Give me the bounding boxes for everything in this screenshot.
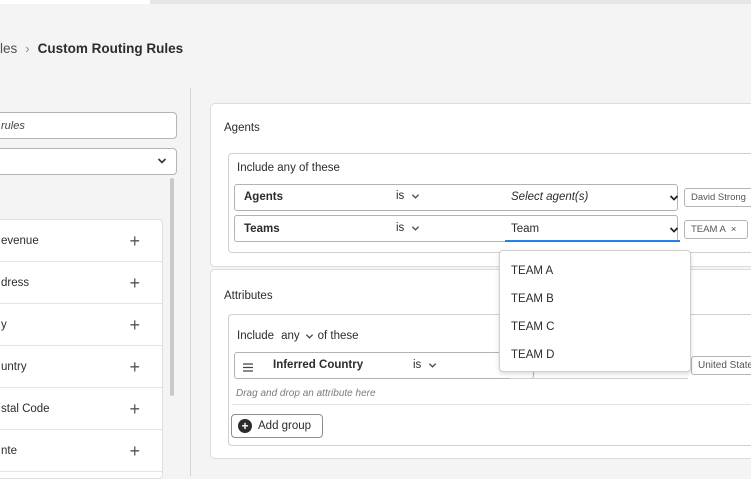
operator-label: is xyxy=(396,190,405,202)
chevron-down-icon[interactable] xyxy=(669,193,679,203)
include-suffix: of these xyxy=(317,330,359,342)
country-value-underline xyxy=(510,378,688,379)
chevron-down-icon xyxy=(412,225,420,231)
agent-select-placeholder[interactable]: Select agent(s) xyxy=(511,191,588,203)
breadcrumb-separator-icon: › xyxy=(25,40,30,56)
drop-zone-hint: Drag and drop an attribute here xyxy=(236,388,376,399)
team-select-focus-underline xyxy=(505,240,680,242)
attribute-label: nte xyxy=(1,444,17,457)
operator-select-teams[interactable]: is xyxy=(396,222,420,234)
chevron-down-icon xyxy=(305,333,313,339)
close-icon[interactable]: × xyxy=(731,224,737,235)
plus-icon[interactable]: + xyxy=(129,400,140,418)
attribute-label: untry xyxy=(1,360,27,373)
agent-token-label: David Strong xyxy=(691,192,746,203)
drop-zone-divider xyxy=(232,404,751,405)
operator-select-country[interactable]: is xyxy=(413,359,437,371)
drag-handle-icon[interactable] xyxy=(243,361,253,375)
agents-section-title: Agents xyxy=(224,122,260,134)
attribute-list-scrollbar[interactable] xyxy=(170,178,174,396)
list-item[interactable]: evenue + xyxy=(0,220,162,262)
add-group-button[interactable]: + Add group xyxy=(231,414,323,438)
attribute-label: y xyxy=(1,318,7,331)
dropdown-option-team-c[interactable]: TEAM C xyxy=(500,313,690,341)
breadcrumb: les › Custom Routing Rules xyxy=(0,38,183,58)
include-prefix: Include xyxy=(237,330,275,342)
include-mode-value: any xyxy=(281,330,300,342)
team-dropdown-menu: TEAM A TEAM B TEAM C TEAM D xyxy=(499,250,691,372)
attribute-category-picker[interactable] xyxy=(0,148,177,175)
country-token[interactable]: United State xyxy=(691,356,751,375)
add-group-label: Add group xyxy=(258,420,312,432)
list-item[interactable]: stal Code + xyxy=(0,388,162,430)
condition-field-agents: Agents xyxy=(244,191,283,203)
add-circle-icon: + xyxy=(238,419,252,433)
chevron-down-icon xyxy=(412,193,420,199)
attribute-label: stal Code xyxy=(1,402,50,415)
teams-condition-row xyxy=(234,215,678,242)
list-item[interactable]: untry + xyxy=(0,346,162,388)
attribute-label: dress xyxy=(1,276,30,289)
team-select-value[interactable]: Team xyxy=(511,223,539,235)
operator-select-agents[interactable]: is xyxy=(396,190,420,202)
dropdown-option-team-d[interactable]: TEAM D xyxy=(500,341,690,369)
chevron-down-icon xyxy=(157,158,167,164)
dropdown-option-team-b[interactable]: TEAM B xyxy=(500,285,690,313)
plus-icon[interactable]: + xyxy=(129,316,140,334)
attribute-label: evenue xyxy=(1,234,39,247)
attribute-list: evenue + dress + y + untry + stal Code +… xyxy=(0,219,163,479)
dropdown-option-team-a[interactable]: TEAM A xyxy=(500,257,690,285)
condition-field-inferred-country: Inferred Country xyxy=(273,359,364,371)
plus-icon[interactable]: + xyxy=(129,358,140,376)
country-token-label: United State xyxy=(698,360,751,371)
attributes-section-title: Attributes xyxy=(224,290,273,302)
panel-divider xyxy=(190,88,191,476)
chevron-down-icon xyxy=(429,362,437,368)
plus-icon[interactable]: + xyxy=(129,274,140,292)
list-item[interactable]: nte + xyxy=(0,430,162,472)
include-mode-line: Include any of these xyxy=(237,330,359,342)
plus-icon[interactable]: + xyxy=(129,442,140,460)
team-token-label: TEAM A xyxy=(691,224,726,235)
list-item[interactable]: y + xyxy=(0,304,162,346)
breadcrumb-parent-link[interactable]: les xyxy=(0,41,17,56)
condition-field-teams: Teams xyxy=(244,223,280,235)
include-mode-select[interactable]: any xyxy=(281,330,314,342)
plus-icon[interactable]: + xyxy=(129,232,140,250)
operator-label: is xyxy=(413,359,422,371)
breadcrumb-current: Custom Routing Rules xyxy=(37,40,184,56)
attribute-search-input[interactable] xyxy=(0,112,177,139)
include-any-label: Include any of these xyxy=(237,162,340,174)
top-bar-active-segment xyxy=(0,0,150,4)
team-token[interactable]: TEAM A × xyxy=(684,220,748,239)
operator-label: is xyxy=(396,222,405,234)
list-item[interactable]: dress + xyxy=(0,262,162,304)
chevron-down-icon[interactable] xyxy=(669,225,679,235)
agent-token[interactable]: David Strong xyxy=(684,188,751,207)
agents-condition-row xyxy=(234,184,678,211)
